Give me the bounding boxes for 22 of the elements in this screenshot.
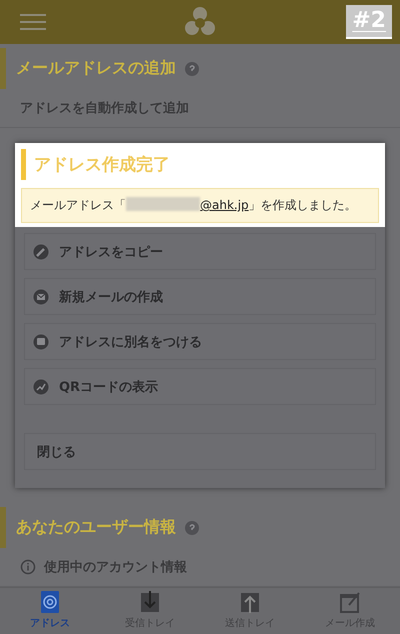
action-button[interactable]: 新規メールの作成: [24, 278, 376, 315]
help-icon: [184, 60, 200, 76]
action-button[interactable]: QRコードの表示: [24, 368, 376, 405]
help-icon: [184, 520, 200, 536]
section-heading: メールアドレスの追加: [16, 58, 176, 79]
action-button[interactable]: アドレスをコピー: [24, 233, 376, 270]
tab-item[interactable]: アドレス: [0, 588, 100, 634]
speech-bubble-icon: [33, 334, 49, 350]
compose-icon: [338, 590, 362, 614]
chart-icon: [33, 378, 49, 394]
outbox-tray-icon: [238, 590, 262, 614]
close-button[interactable]: 閉じる: [24, 433, 376, 470]
envelope-icon: [33, 288, 49, 304]
section-heading: あなたのユーザー情報: [16, 517, 176, 538]
pencil-icon: [33, 244, 49, 260]
info-icon: [20, 559, 36, 575]
message-text: メールアドレス「 @ahk.jp」を作成しました。: [21, 188, 379, 223]
dialog-title: アドレス作成完了: [21, 149, 379, 180]
address-link[interactable]: @ahk.jp: [200, 198, 249, 212]
action-button[interactable]: アドレスに別名をつける: [24, 323, 376, 360]
inbox-tray-icon: [138, 590, 162, 614]
menu-icon[interactable]: [20, 13, 46, 31]
